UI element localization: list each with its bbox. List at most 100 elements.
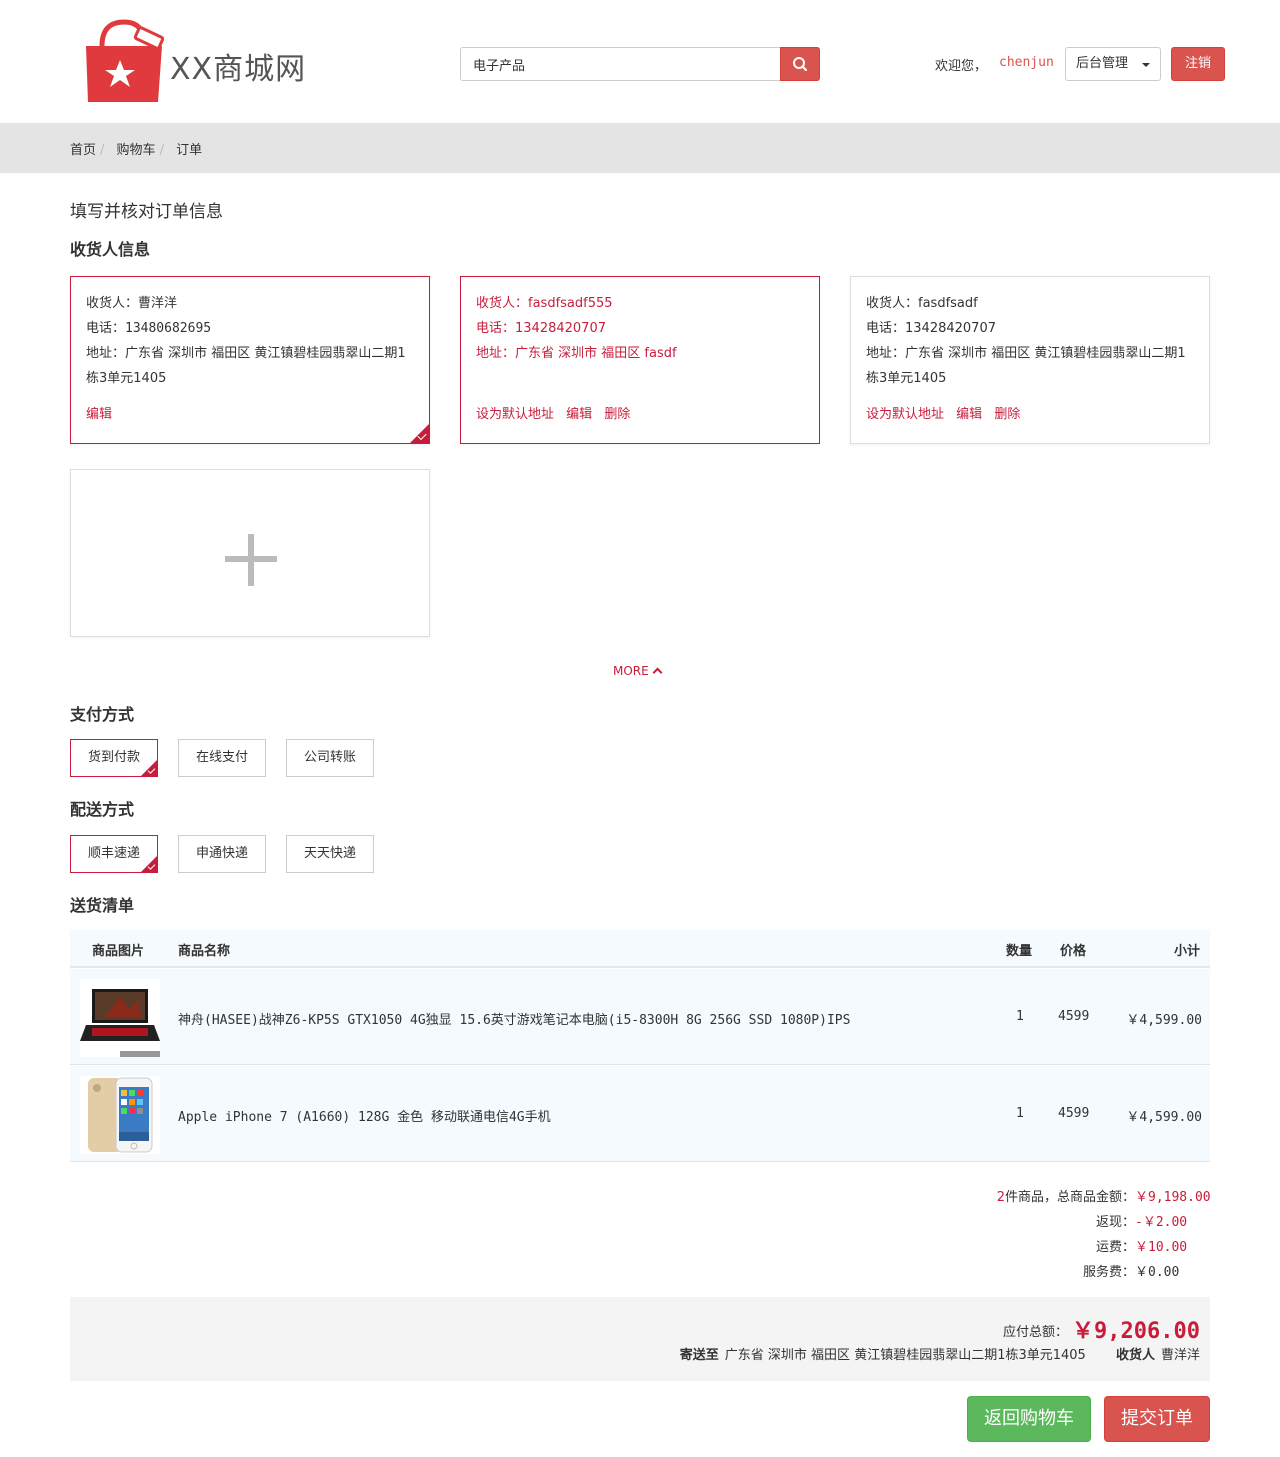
order-total-box: 应付总额： ￥9,206.00 寄送至 广东省 深圳市 福田区 黄江镇碧桂园翡翠山二…	[70, 1297, 1210, 1381]
receiver-section-title: 收货人信息	[70, 240, 151, 259]
product-name[interactable]: 神舟(HASEE)战神Z6-KP5S GTX1050 4G独显 15.6英寸游戏…	[178, 1009, 850, 1028]
delivery-option-label: 天天快递	[303, 846, 356, 861]
welcome-text: 欢迎您，	[935, 59, 988, 74]
product-subtotal: ￥4,599.00	[1126, 1110, 1202, 1125]
payment-section-title: 支付方式	[70, 705, 135, 724]
iphone-image[interactable]	[80, 1076, 160, 1154]
address-detail: 地址：广东省 深圳市 福田区 黄江镇碧桂园翡翠山二期1栋3单元1405	[866, 346, 1186, 386]
goods-total-value: ￥9,198.00	[1135, 1190, 1211, 1205]
cashback-line: 返现：-￥2.00	[1096, 1211, 1211, 1230]
delete-address-link[interactable]: 删除	[994, 407, 1020, 422]
cashback-label: 返现：	[1095, 1215, 1135, 1230]
service-fee-line: 服务费：￥0.00	[1083, 1261, 1211, 1280]
search-button[interactable]	[780, 47, 820, 81]
chevron-up-icon	[652, 667, 663, 678]
search-icon	[793, 57, 808, 72]
delivery-option-label: 申通快递	[195, 846, 248, 861]
address-phone: 电话：13428420707	[476, 321, 606, 336]
selected-check-icon	[141, 856, 157, 872]
breadcrumb-cart[interactable]: 购物车	[117, 143, 156, 158]
payment-option-cod[interactable]: 货到付款	[70, 739, 158, 777]
freight-label: 运费：	[1095, 1240, 1135, 1255]
cashback-value: -￥2.00	[1135, 1215, 1188, 1230]
page-title: 填写并核对订单信息	[70, 202, 223, 222]
back-to-cart-button[interactable]: 返回购物车	[967, 1396, 1091, 1442]
product-qty: 1	[1016, 1009, 1024, 1024]
payment-option-online[interactable]: 在线支付	[178, 739, 266, 777]
freight-value: ￥10.00	[1135, 1240, 1188, 1255]
ship-to-address: 广东省 深圳市 福田区 黄江镇碧桂园翡翠山二期1栋3单元1405	[724, 1348, 1086, 1363]
delivery-option-sto[interactable]: 申通快递	[178, 835, 266, 873]
service-fee-value: ￥0.00	[1135, 1265, 1180, 1280]
caret-down-icon	[1142, 63, 1150, 67]
table-header: 商品图片 商品名称 数量 价格 小计	[70, 930, 1210, 968]
username-link[interactable]: chenjun	[999, 55, 1054, 70]
more-label: MORE	[613, 664, 649, 678]
edit-address-link[interactable]: 编辑	[956, 407, 982, 422]
address-actions: 设为默认地址 编辑 删除	[866, 402, 1028, 427]
payment-option-label: 公司转账	[303, 750, 356, 765]
address-card[interactable]: 收货人：曹洋洋 电话：13480682695 地址：广东省 深圳市 福田区 黄江…	[70, 276, 430, 444]
admin-dropdown[interactable]: 后台管理	[1065, 47, 1161, 81]
search-bar	[460, 47, 820, 81]
delivery-option-sf[interactable]: 顺丰速递	[70, 835, 158, 873]
goods-total-line: 2件商品，总商品金额：￥9,198.00	[997, 1186, 1211, 1205]
product-price: 4599	[1058, 1009, 1090, 1024]
total-line: 应付总额： ￥9,206.00	[1003, 1311, 1200, 1344]
shopping-bag-logo-icon[interactable]	[80, 18, 170, 106]
submit-order-button[interactable]: 提交订单	[1104, 1396, 1210, 1442]
payment-option-label: 货到付款	[87, 750, 140, 765]
edit-address-link[interactable]: 编辑	[566, 407, 592, 422]
list-section-title: 送货清单	[70, 896, 135, 915]
search-input[interactable]	[460, 47, 781, 81]
receiver-name: 曹洋洋	[1160, 1348, 1200, 1363]
address-actions: 编辑	[86, 402, 120, 427]
admin-dropdown-label: 后台管理	[1076, 56, 1129, 71]
col-subtotal: 小计	[1173, 944, 1200, 959]
set-default-address-link[interactable]: 设为默认地址	[476, 407, 554, 422]
delete-address-link[interactable]: 删除	[604, 407, 630, 422]
selected-check-icon	[410, 424, 429, 443]
total-label: 应付总额：	[1003, 1325, 1069, 1340]
product-qty: 1	[1016, 1106, 1024, 1121]
address-phone: 电话：13428420707	[866, 321, 996, 336]
payment-option-transfer[interactable]: 公司转账	[286, 739, 374, 777]
delivery-option-tt[interactable]: 天天快递	[286, 835, 374, 873]
total-amount: ￥9,206.00	[1072, 1319, 1200, 1344]
add-address-card[interactable]	[70, 469, 430, 637]
edit-address-link[interactable]: 编辑	[86, 407, 112, 422]
address-detail: 地址：广东省 深圳市 福田区 黄江镇碧桂园翡翠山二期1栋3单元1405	[86, 346, 406, 386]
ship-to-line: 寄送至 广东省 深圳市 福田区 黄江镇碧桂园翡翠山二期1栋3单元1405 收货人曹…	[680, 1344, 1200, 1363]
breadcrumb-home[interactable]: 首页	[70, 143, 96, 158]
col-price: 价格	[1060, 944, 1087, 959]
plus-icon-vertical	[248, 534, 254, 586]
logout-button[interactable]: 注销	[1171, 47, 1225, 81]
laptop-image[interactable]	[80, 979, 160, 1057]
more-toggle[interactable]: MORE	[613, 664, 663, 678]
service-fee-label: 服务费：	[1082, 1265, 1135, 1280]
address-receiver: 收货人：fasdfsadf555	[476, 296, 613, 311]
goods-total-label: 件商品，总商品金额：	[1004, 1190, 1135, 1205]
product-subtotal: ￥4,599.00	[1126, 1013, 1202, 1028]
ship-to-label: 寄送至	[679, 1348, 719, 1363]
freight-line: 运费：￥10.00	[1096, 1236, 1211, 1255]
address-card[interactable]: 收货人：fasdfsadf 电话：13428420707 地址：广东省 深圳市 …	[850, 276, 1210, 444]
site-header: XX商城网 欢迎您， chenjun 后台管理 注销	[0, 0, 1280, 123]
address-card[interactable]: 收货人：fasdfsadf555 电话：13428420707 地址：广东省 深…	[460, 276, 820, 444]
breadcrumb-bar: 首页 / 购物车 / 订单	[0, 123, 1280, 173]
delivery-section-title: 配送方式	[70, 800, 135, 819]
payment-option-label: 在线支付	[195, 750, 248, 765]
product-price: 4599	[1058, 1106, 1090, 1121]
address-receiver: 收货人：fasdfsadf	[866, 296, 978, 311]
site-logo-text[interactable]: XX商城网	[170, 44, 306, 88]
col-qty: 数量	[1006, 944, 1033, 959]
breadcrumb-order: 订单	[176, 143, 203, 158]
product-name[interactable]: Apple iPhone 7 (A1660) 128G 金色 移动联通电信4G手…	[178, 1106, 551, 1125]
col-image: 商品图片	[92, 944, 145, 959]
set-default-address-link[interactable]: 设为默认地址	[866, 407, 944, 422]
table-row: 神舟(HASEE)战神Z6-KP5S GTX1050 4G独显 15.6英寸游戏…	[70, 969, 1210, 1065]
selected-check-icon	[141, 760, 157, 776]
receiver-label: 收货人	[1115, 1348, 1155, 1363]
table-row: Apple iPhone 7 (A1660) 128G 金色 移动联通电信4G手…	[70, 1066, 1210, 1162]
address-receiver: 收货人：曹洋洋	[86, 296, 178, 311]
